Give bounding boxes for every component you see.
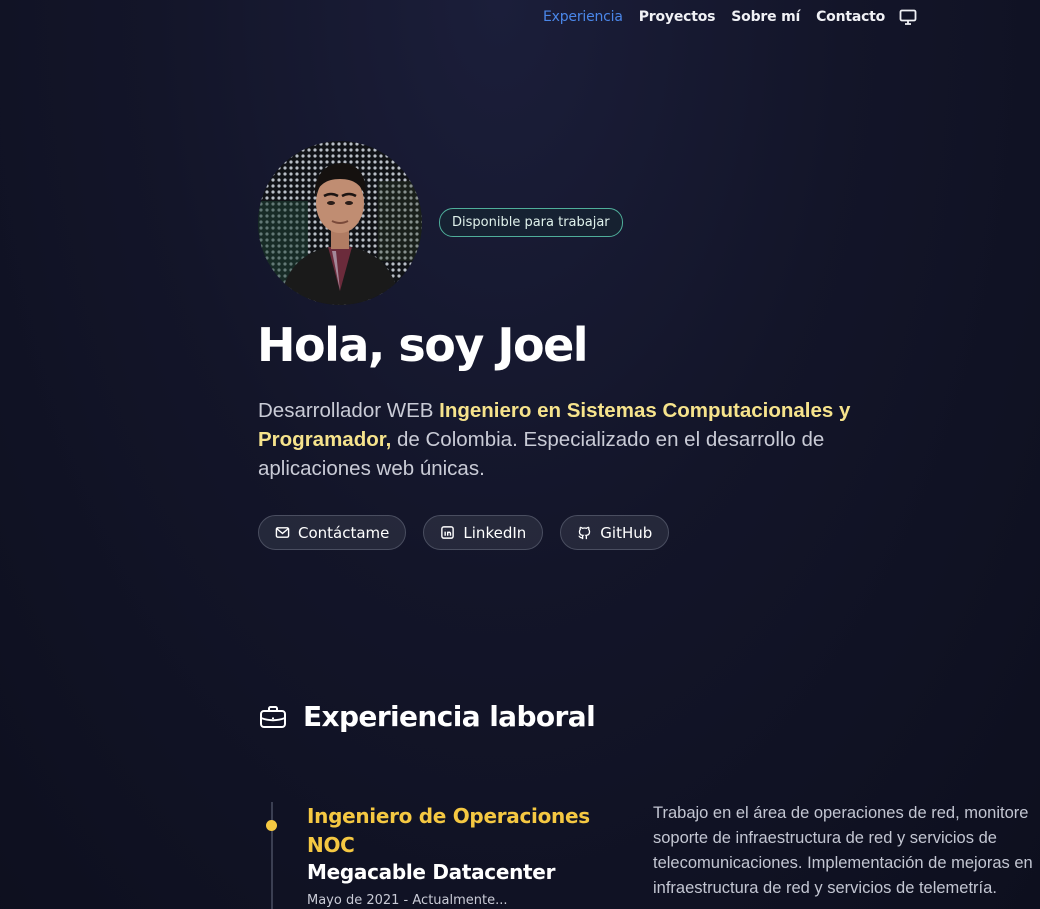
hero-buttons: Contáctame LinkedIn GitHub (258, 515, 670, 550)
job-desc-line: telecomunicaciones. Implementación de me… (653, 854, 1033, 872)
avatar (258, 141, 422, 305)
top-nav: Experiencia Proyectos Sobre mí Contacto (543, 9, 917, 25)
timeline-dot (266, 820, 277, 831)
nav-link-experiencia[interactable]: Experiencia (543, 9, 623, 25)
nav-link-sobre-mi[interactable]: Sobre mí (731, 9, 800, 25)
linkedin-button[interactable]: LinkedIn (423, 515, 544, 550)
monitor-icon[interactable] (899, 9, 917, 25)
nav-link-contacto[interactable]: Contacto (816, 9, 885, 25)
briefcase-icon (260, 705, 286, 728)
job-desc-line: Trabajo en el área de operaciones de red… (653, 804, 1029, 822)
job-description: Trabajo en el área de operaciones de red… (653, 801, 1040, 909)
github-button-label: GitHub (600, 523, 653, 542)
experience-section-title: Experiencia laboral (258, 700, 596, 733)
experience-title-text: Experiencia laboral (303, 700, 596, 733)
hero-desc-prefix: Desarrollador WEB (258, 399, 440, 422)
github-icon (578, 526, 591, 540)
job-company: Megacable Datacenter (307, 860, 556, 884)
contact-button[interactable]: Contáctame (258, 515, 407, 550)
timeline-line (271, 802, 273, 909)
hero-description: Desarrollador WEB Ingeniero en Sistemas … (258, 396, 858, 483)
nav-link-proyectos[interactable]: Proyectos (639, 9, 716, 25)
job-desc-line: soporte de infraestructura de red y serv… (653, 829, 997, 847)
linkedin-button-label: LinkedIn (463, 523, 527, 542)
hero-title: Hola, soy Joel (257, 318, 589, 372)
github-button[interactable]: GitHub (560, 515, 670, 550)
mail-icon (275, 527, 290, 538)
linkedin-icon (441, 526, 455, 539)
availability-badge: Disponible para trabajar (439, 208, 623, 237)
job-desc-line: infraestructura de red y servicios de te… (653, 879, 997, 897)
job-role: Ingeniero de Operaciones NOC (307, 804, 590, 857)
contact-button-label: Contáctame (298, 523, 390, 542)
job-date: Mayo de 2021 - Actualmente... (307, 893, 508, 908)
